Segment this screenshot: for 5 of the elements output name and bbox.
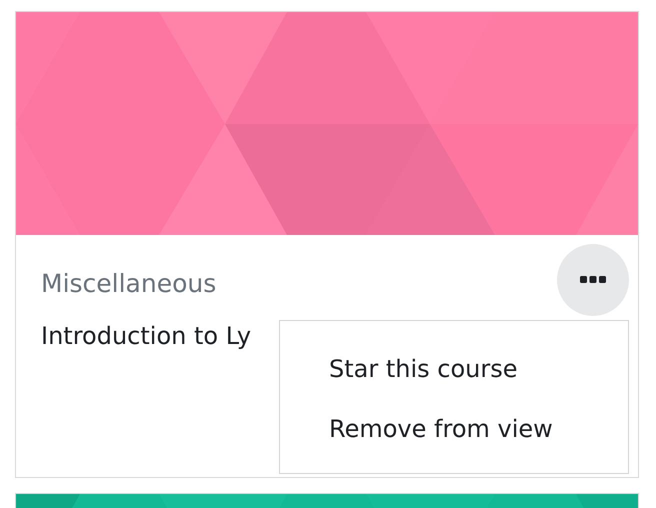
course-title[interactable]: Introduction to Ly	[41, 320, 252, 352]
menu-item[interactable]: Remove from view	[280, 411, 553, 447]
more-icon	[580, 276, 606, 284]
course-category: Miscellaneous	[41, 268, 216, 300]
menu-item[interactable]: Star this course	[280, 351, 518, 387]
